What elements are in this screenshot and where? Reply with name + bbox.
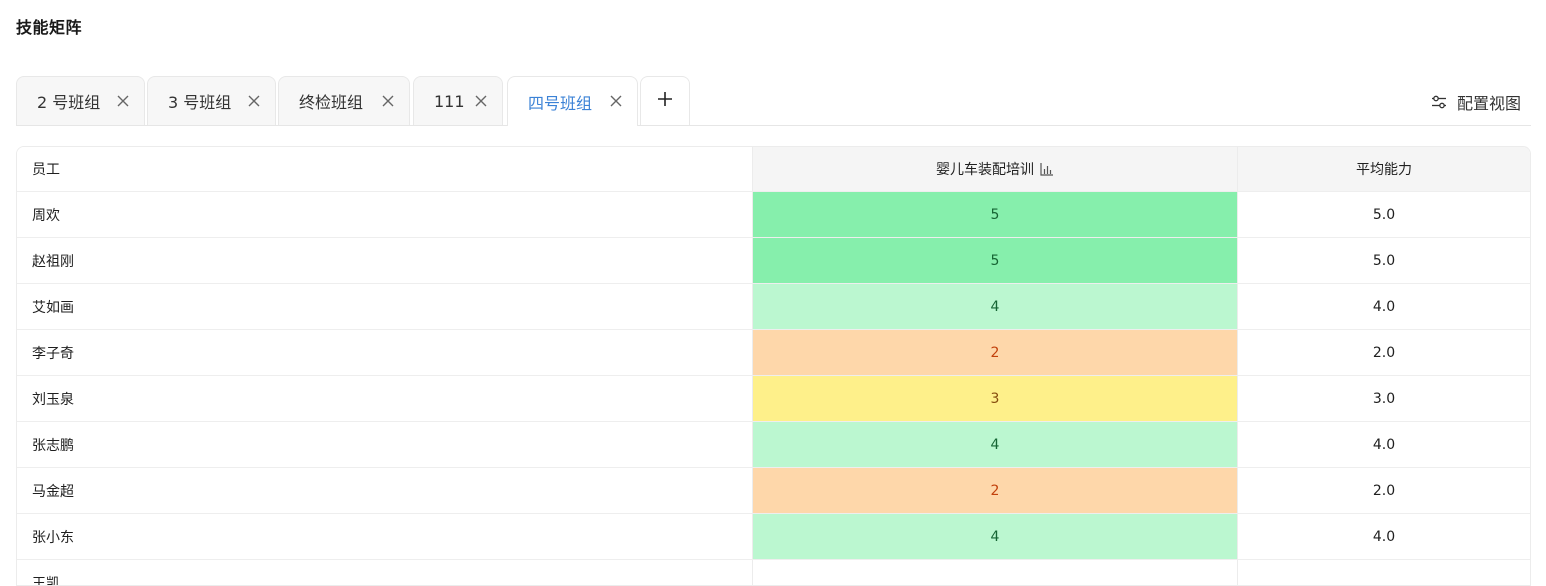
employee-name: 刘玉泉 — [32, 391, 74, 408]
employee-name: 周欢 — [32, 207, 60, 224]
average-cell — [1237, 560, 1530, 585]
average-cell: 2.0 — [1237, 468, 1530, 513]
sliders-icon — [1431, 94, 1447, 110]
skill-level-cell[interactable] — [752, 560, 1237, 585]
average-cell: 5.0 — [1237, 192, 1530, 237]
average-cell: 2.0 — [1237, 330, 1530, 375]
skill-level-cell[interactable]: 2 — [752, 468, 1237, 513]
skill-level-cell[interactable]: 4 — [752, 514, 1237, 559]
table-row: 王凯 — [17, 560, 1530, 586]
table-row: 马金超 2 2.0 — [17, 468, 1530, 514]
tab-label: 3 号班组 — [168, 93, 232, 112]
skill-level-cell[interactable]: 5 — [752, 192, 1237, 237]
tab-label: 111 — [434, 91, 465, 111]
tab-team-4[interactable]: 四号班组 — [507, 76, 638, 126]
skill-level-cell[interactable]: 4 — [752, 284, 1237, 329]
employee-name: 马金超 — [32, 483, 74, 500]
close-icon[interactable] — [609, 94, 623, 108]
tab-team-3[interactable]: 3 号班组 — [147, 76, 276, 125]
column-header-employee: 员工 — [17, 147, 752, 191]
table-header: 员工 婴儿车装配培训 平均能力 — [17, 147, 1530, 192]
skill-matrix-table: 员工 婴儿车装配培训 平均能力 周欢 5 5.0 赵祖刚 5 5.0 艾如画 4… — [16, 146, 1531, 586]
tab-final-inspection[interactable]: 终检班组 — [278, 76, 410, 125]
tab-label: 终检班组 — [299, 93, 364, 112]
skill-level-cell[interactable]: 3 — [752, 376, 1237, 421]
table-row: 赵祖刚 5 5.0 — [17, 238, 1530, 284]
column-header-skill-label: 婴儿车装配培训 — [936, 162, 1034, 178]
table-row: 李子奇 2 2.0 — [17, 330, 1530, 376]
skill-level-cell[interactable]: 2 — [752, 330, 1237, 375]
employee-name: 李子奇 — [32, 345, 74, 362]
close-icon[interactable] — [381, 94, 395, 108]
employee-name: 王凯 — [32, 575, 60, 586]
column-header-skill[interactable]: 婴儿车装配培训 — [752, 147, 1237, 191]
table-row: 张志鹏 4 4.0 — [17, 422, 1530, 468]
configure-view-label: 配置视图 — [1456, 94, 1521, 113]
tab-bar: 2 号班组 3 号班组 终检班组 111 四号班组 配置视图 — [16, 76, 1531, 126]
table-row: 艾如画 4 4.0 — [17, 284, 1530, 330]
column-header-average: 平均能力 — [1237, 147, 1530, 191]
average-cell: 4.0 — [1237, 514, 1530, 559]
employee-name: 张志鹏 — [32, 437, 74, 454]
add-tab-button[interactable] — [640, 76, 690, 125]
average-cell: 4.0 — [1237, 284, 1530, 329]
bar-chart-icon[interactable] — [1040, 162, 1054, 176]
skill-level-cell[interactable]: 5 — [752, 238, 1237, 283]
tab-label: 四号班组 — [528, 93, 593, 113]
tab-label: 2 号班组 — [37, 93, 101, 112]
average-cell: 4.0 — [1237, 422, 1530, 467]
table-row: 张小东 4 4.0 — [17, 514, 1530, 560]
average-cell: 3.0 — [1237, 376, 1530, 421]
table-row: 刘玉泉 3 3.0 — [17, 376, 1530, 422]
tab-team-2[interactable]: 2 号班组 — [16, 76, 145, 125]
close-icon[interactable] — [247, 94, 261, 108]
configure-view-button[interactable]: 配置视图 — [1431, 90, 1521, 114]
close-icon[interactable] — [116, 94, 130, 108]
skill-level-cell[interactable]: 4 — [752, 422, 1237, 467]
close-icon[interactable] — [474, 94, 488, 108]
employee-name: 艾如画 — [32, 299, 74, 316]
plus-icon — [657, 91, 673, 111]
table-row: 周欢 5 5.0 — [17, 192, 1530, 238]
page-title: 技能矩阵 — [16, 18, 83, 37]
average-cell: 5.0 — [1237, 238, 1530, 283]
tab-111[interactable]: 111 — [413, 76, 503, 125]
employee-name: 张小东 — [32, 529, 74, 546]
employee-name: 赵祖刚 — [32, 253, 74, 270]
